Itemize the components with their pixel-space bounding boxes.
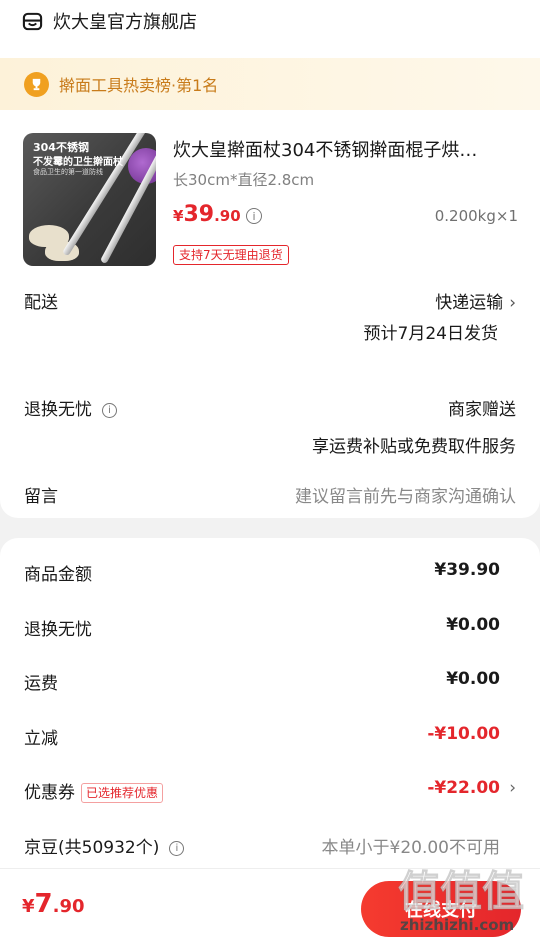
chevron-right-icon[interactable]: › [509,778,516,798]
returns-label: 退换无忧 [24,400,92,420]
info-icon[interactable]: i [169,840,185,856]
discount-value: -¥10.00 [427,724,500,744]
returns-row: 退换无忧 i [24,395,117,420]
jingdou-label: 京豆(共50932个) [24,838,160,858]
delivery-eta: 预计7月24日发货 [363,324,498,344]
product-weight-qty: 0.200kg×1 [434,207,518,225]
price-info-icon[interactable]: i [246,208,262,224]
chevron-right-icon: › [509,293,516,313]
coupon-badge: 已选推荐优惠 [81,783,164,803]
thumb-caption-3: 食品卫生的第一道防线 [33,168,103,176]
delivery-method-text: 快递运输 [435,293,504,313]
store-name[interactable]: 炊大皇官方旗舰店 [53,8,197,34]
discount-label: 立减 [24,729,58,749]
returns-fee-value: ¥0.00 [446,615,500,635]
note-label: 留言 [24,487,58,507]
trophy-icon [24,71,49,97]
shipping-value: ¥0.00 [446,669,500,689]
goods-amount-value: ¥39.90 [434,560,500,580]
price-decimal: .90 [214,207,241,225]
total-decimal: .90 [52,896,85,917]
product-spec: 长30cm*直径2.8cm [173,171,315,189]
delivery-method[interactable]: 快递运输 › [435,288,516,313]
total-integer: 7 [34,889,53,919]
rank-text: 擀面工具热卖榜·第1名 [59,76,219,95]
product-thumbnail[interactable]: 304不锈钢 不发霉的卫生擀面杖 食品卫生的第一道防线 [23,133,156,266]
coupon-value[interactable]: -¥22.00 [427,778,500,798]
product-price: ¥ 39 .90 [173,202,241,227]
price-integer: 39 [183,202,215,227]
thumb-caption-2: 不发霉的卫生擀面杖 [33,157,123,168]
store-icon [22,12,43,30]
product-title[interactable]: 炊大皇擀面杖304不锈钢擀面棍子烘… [173,136,518,162]
returns-value: 商家赠送 [448,400,516,420]
info-icon[interactable]: i [102,402,117,418]
coupon-row[interactable]: 优惠券 已选推荐优惠 [24,778,164,803]
checkout-bar: ¥ 7 .90 在线支付 [0,868,540,943]
pay-button[interactable]: 在线支付 [361,881,521,937]
note-input[interactable]: 建议留言前先与商家沟通确认 [295,482,516,507]
order-card: 炊大皇官方旗舰店 擀面工具热卖榜·第1名 304不锈钢 不发霉的卫生擀面杖 食品… [0,0,540,518]
order-total: ¥ 7 .90 [22,889,85,919]
price-symbol: ¥ [173,207,184,225]
returns-description: 享运费补贴或免费取件服务 [312,437,516,457]
price-summary-card: 商品金额 ¥39.90 退换无忧 ¥0.00 运费 ¥0.00 立减 -¥10.… [0,538,540,868]
total-symbol: ¥ [22,896,35,917]
jingdou-row: 京豆(共50932个) i [24,833,185,858]
rank-banner[interactable]: 擀面工具热卖榜·第1名 [0,58,540,110]
return-policy-badge: 支持7天无理由退货 [173,245,289,265]
jingdou-value: 本单小于¥20.00不可用 [321,838,500,858]
returns-fee-label: 退换无忧 [24,620,92,640]
goods-amount-label: 商品金额 [24,565,92,585]
store-header[interactable]: 炊大皇官方旗舰店 [22,8,197,34]
coupon-label: 优惠券 [24,783,75,803]
shipping-label: 运费 [24,674,58,694]
delivery-label: 配送 [24,293,58,313]
